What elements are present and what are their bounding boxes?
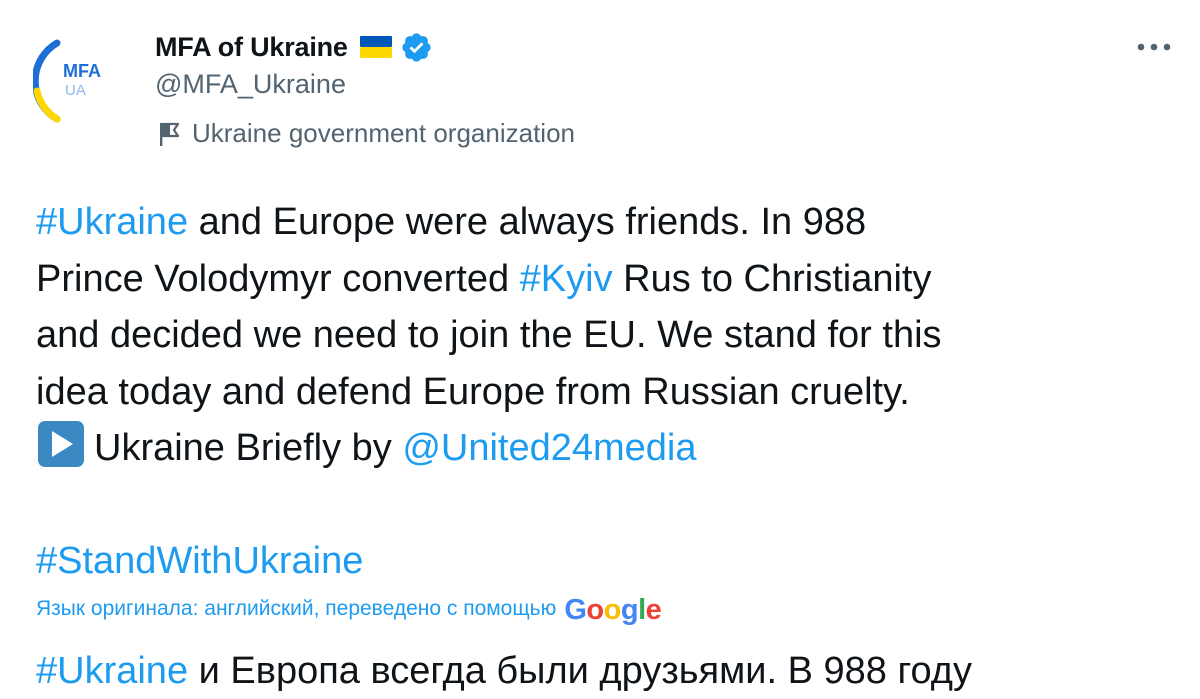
tweet-text-segment: Ukraine Briefly by xyxy=(94,427,403,469)
flag-icon xyxy=(160,122,180,146)
play-icon xyxy=(38,421,84,467)
hashtag-kyiv[interactable]: #Kyiv xyxy=(520,258,613,300)
more-icon xyxy=(1137,43,1171,51)
verified-icon[interactable] xyxy=(400,31,433,64)
avatar[interactable]: MFA UA xyxy=(33,33,129,129)
translated-hashtag-ukraine[interactable]: #Ukraine xyxy=(36,650,188,692)
avatar-text-top: MFA xyxy=(63,61,101,81)
translation-attribution[interactable]: Язык оригинала: английский, переведено с… xyxy=(36,592,662,626)
hashtag-ukraine[interactable]: #Ukraine xyxy=(36,201,188,243)
translated-text-segment: и Европа всегда были друзьями. В 988 год… xyxy=(188,650,972,692)
tweet-text-segment: Prince Volodymyr converted xyxy=(36,257,520,300)
tweet-text: #Ukraine and Europe were always friends.… xyxy=(36,194,1176,590)
hashtag-standwithukraine[interactable]: #StandWithUkraine xyxy=(36,540,363,582)
ukraine-flag-icon xyxy=(359,36,392,58)
translated-text: #Ukraine и Европа всегда были друзьями. … xyxy=(36,643,972,699)
tweet-line: idea today and defend Europe from Russia… xyxy=(36,370,910,413)
tweet-text-segment: and Europe were always friends. In 988 xyxy=(188,201,867,243)
mention-united24media[interactable]: @United24media xyxy=(402,427,696,469)
org-label: Ukraine government organization xyxy=(158,118,575,149)
avatar-text-bottom: UA xyxy=(65,82,86,99)
tweet-line: and decided we need to join the EU. We s… xyxy=(36,314,942,356)
tweet-line: #StandWithUkraine xyxy=(36,533,1176,590)
google-logo: Google xyxy=(564,594,662,626)
tweet-card: MFA UA MFA of Ukraine @MFA_Ukraine Ukrai… xyxy=(0,0,1200,692)
name-row: MFA of Ukraine xyxy=(155,29,433,65)
org-label-text: Ukraine government organization xyxy=(192,118,575,148)
translation-label: Язык оригинала: английский, переведено с… xyxy=(36,596,557,620)
tweet-line: Ukraine Briefly by @United24media xyxy=(36,420,1176,477)
tweet-line: #Ukraine and Europe were always friends.… xyxy=(36,194,1176,251)
display-name[interactable]: MFA of Ukraine xyxy=(155,32,348,63)
author-info: MFA of Ukraine @MFA_Ukraine xyxy=(155,29,433,100)
tweet-line: Prince Volodymyr converted #Kyiv Rus to … xyxy=(36,251,1176,308)
tweet-text-segment: Rus to Christianity xyxy=(612,257,932,300)
author-handle[interactable]: @MFA_Ukraine xyxy=(155,69,433,100)
more-button[interactable] xyxy=(1133,32,1175,62)
